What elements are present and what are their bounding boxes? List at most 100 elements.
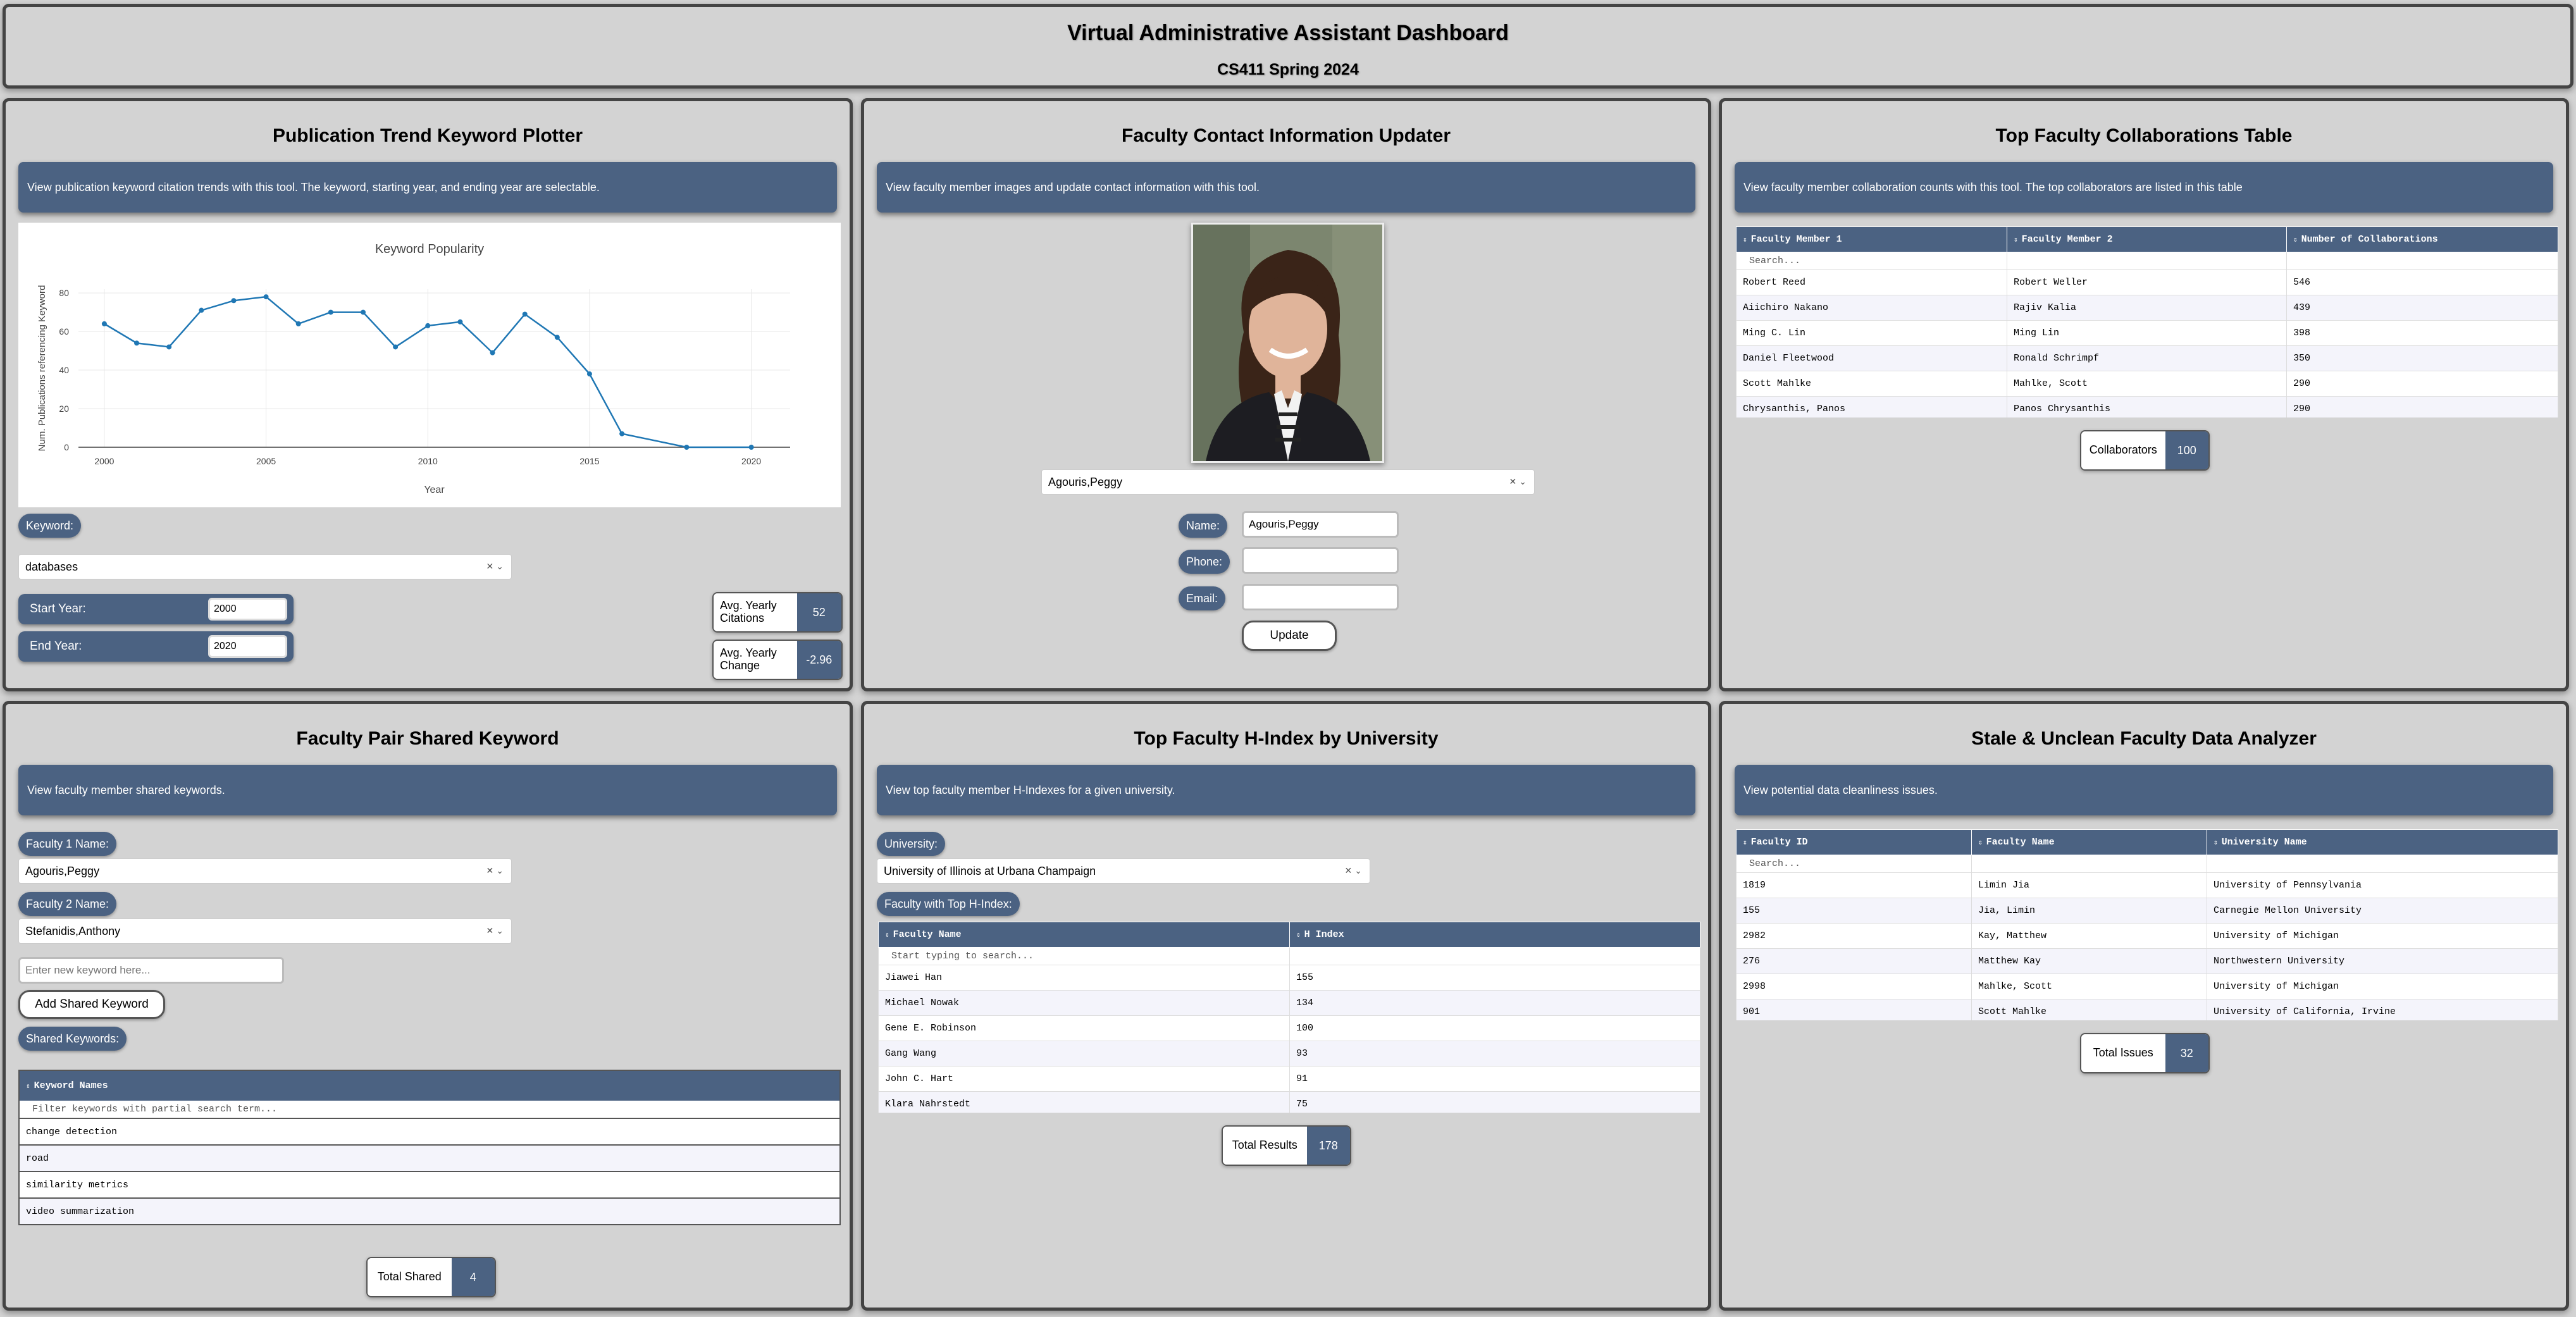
portrait-image (1193, 225, 1382, 461)
faculty-2-dropdown[interactable]: Stefanidis,Anthony ✕⌄ (18, 918, 512, 944)
table-row[interactable]: Aiichiro Nakano Rajiv Kalia 439 (1736, 295, 2558, 321)
table-row[interactable]: 2998 Mahlke, Scott University of Michigan (1736, 974, 2558, 999)
table-row[interactable]: change detection (18, 1118, 841, 1146)
table-row[interactable]: similarity metrics (18, 1171, 841, 1199)
clear-chevron-icon[interactable]: ✕⌄ (486, 561, 506, 572)
panel-description: View faculty member collaboration counts… (1735, 162, 2553, 213)
keyword-label: Keyword: (18, 514, 82, 538)
stale-data-table: ⇕ Faculty ID ⇕ Faculty Name ⇕ University Na… (1736, 829, 2558, 1020)
table-row[interactable]: Michael Nowak 134 (878, 990, 1700, 1016)
clear-chevron-icon[interactable]: ✕⌄ (1509, 476, 1529, 487)
column-header[interactable]: ⇕ Faculty Name (878, 922, 1290, 948)
faculty-select-dropdown[interactable]: Agouris,Peggy ✕⌄ (1041, 469, 1535, 495)
data-point (101, 321, 107, 326)
dashboard-header: Virtual Administrative Assistant Dashboa… (3, 4, 2573, 89)
clear-chevron-icon[interactable]: ✕⌄ (486, 925, 506, 936)
update-button[interactable]: Update (1242, 621, 1337, 651)
table-row[interactable]: 276 Matthew Kay Northwestern University (1736, 948, 2558, 974)
sort-icon[interactable]: ⇕ (2014, 237, 2018, 244)
email-input[interactable] (1242, 584, 1399, 610)
table-row[interactable]: Jiawei Han 155 (878, 965, 1700, 991)
data-point (295, 321, 301, 326)
table-row[interactable]: Ming C. Lin Ming Lin 398 (1736, 320, 2558, 346)
column-header[interactable]: ⇕ Faculty Member 1 (1736, 226, 2007, 252)
table-row[interactable]: 2982 Kay, Matthew University of Michigan (1736, 923, 2558, 949)
y-tick-label: 40 (59, 365, 69, 375)
faculty-2-value: Stefanidis,Anthony (25, 924, 121, 937)
contact-updater-panel: Faculty Contact Information Updater View… (861, 98, 1711, 691)
table-row[interactable]: Scott Mahlke Mahlke, Scott 290 (1736, 371, 2558, 397)
table-row[interactable]: 1819 Limin Jia University of Pennsylvania (1736, 872, 2558, 898)
y-tick-label: 20 (59, 404, 69, 414)
start-year-row: Start Year: 2000 (18, 594, 294, 624)
sort-icon[interactable]: ⇕ (26, 1083, 30, 1091)
filter-cell[interactable] (2207, 855, 2558, 873)
filter-cell[interactable] (1289, 947, 1700, 965)
university-dropdown[interactable]: University of Illinois at Urbana Champai… (877, 858, 1370, 884)
table-search-input[interactable]: Search... (1736, 252, 2007, 270)
table-row[interactable]: Gang Wang 93 (878, 1041, 1700, 1067)
table-row[interactable]: video summarization (18, 1197, 841, 1225)
column-header[interactable]: ⇕ Faculty Name (1971, 829, 2207, 855)
column-header[interactable]: ⇕ Number of Collaborations (2286, 226, 2558, 252)
column-header[interactable]: ⇕ Faculty ID (1736, 829, 1972, 855)
stale-data-table-scroll[interactable]: ⇕ Faculty ID ⇕ Faculty Name ⇕ University Na… (1736, 829, 2558, 1020)
name-input[interactable]: Agouris,Peggy (1242, 511, 1399, 538)
top-h-index-label: Faculty with Top H-Index: (877, 892, 1020, 916)
stat-label: Total Results (1223, 1127, 1307, 1165)
table-row[interactable]: Klara Nahrstedt 75 (878, 1091, 1700, 1113)
total-issues-stat: Total Issues 32 (2080, 1033, 2210, 1073)
table-search-input[interactable]: Search... (1736, 855, 1972, 873)
sort-icon[interactable]: ⇕ (1296, 932, 1301, 939)
stat-value: 4 (451, 1258, 495, 1296)
clear-chevron-icon[interactable]: ✕⌄ (486, 865, 506, 876)
page-subtitle: CS411 Spring 2024 (1217, 61, 1359, 78)
keyword-dropdown[interactable]: databases ✕⌄ (18, 554, 512, 579)
table-row[interactable]: Robert Reed Robert Weller 546 (1736, 269, 2558, 295)
sort-icon[interactable]: ⇕ (2293, 237, 2298, 244)
table-row[interactable]: Gene E. Robinson 100 (878, 1015, 1700, 1041)
sort-icon[interactable]: ⇕ (1978, 839, 1983, 847)
new-keyword-input[interactable] (18, 957, 284, 984)
x-tick-label: 2000 (94, 456, 114, 466)
table-row[interactable]: 155 Jia, Limin Carnegie Mellon University (1736, 898, 2558, 924)
stat-value: 178 (1306, 1127, 1350, 1165)
sort-icon[interactable]: ⇕ (1743, 237, 1747, 244)
faculty-1-dropdown[interactable]: Agouris,Peggy ✕⌄ (18, 858, 512, 884)
column-header[interactable]: ⇕ Faculty Member 2 (2007, 226, 2287, 252)
data-point (393, 344, 399, 350)
y-tick-label: 0 (64, 442, 69, 452)
panel-title: Stale & Unclean Faculty Data Analyzer (1971, 728, 2317, 749)
clear-chevron-icon[interactable]: ✕⌄ (1345, 865, 1365, 876)
table-row[interactable]: road (18, 1144, 841, 1172)
end-year-input[interactable]: 2020 (208, 635, 287, 658)
data-point (263, 294, 269, 300)
filter-cell[interactable] (2007, 252, 2287, 270)
data-point (554, 335, 560, 340)
stat-label: Avg. Yearly Citations (714, 593, 797, 631)
start-year-input[interactable]: 2000 (208, 598, 287, 621)
h-index-table-scroll[interactable]: ⇕ Faculty Name ⇕ H Index Start typing to s… (878, 922, 1700, 1113)
column-header[interactable]: ⇕ Keyword Names (18, 1070, 841, 1101)
table-row[interactable]: Chrysanthis, Panos Panos Chrysanthis 290 (1736, 396, 2558, 417)
add-shared-keyword-button[interactable]: Add Shared Keyword (18, 990, 165, 1019)
keyword-filter-input[interactable]: Filter keywords with partial search term… (18, 1100, 841, 1119)
table-row[interactable]: 901 Scott Mahlke University of California,… (1736, 999, 2558, 1020)
filter-cell[interactable] (2286, 252, 2558, 270)
page-title: Virtual Administrative Assistant Dashboa… (1067, 21, 1509, 45)
sort-icon[interactable]: ⇕ (2214, 839, 2218, 847)
table-search-input[interactable]: Start typing to search... (878, 947, 1290, 965)
sort-icon[interactable]: ⇕ (885, 932, 889, 939)
x-tick-label: 2015 (579, 456, 599, 466)
table-row[interactable]: Daniel Fleetwood Ronald Schrimpf 350 (1736, 345, 2558, 371)
phone-input[interactable] (1242, 547, 1399, 574)
avg-yearly-citations-stat: Avg. Yearly Citations 52 (712, 592, 843, 633)
column-header[interactable]: ⇕ H Index (1289, 922, 1700, 948)
column-header[interactable]: ⇕ University Name (2207, 829, 2558, 855)
sort-icon[interactable]: ⇕ (1743, 839, 1747, 847)
end-year-label: End Year: (30, 640, 82, 653)
table-row[interactable]: John C. Hart 91 (878, 1066, 1700, 1092)
publication-trend-panel: Publication Trend Keyword Plotter View p… (3, 98, 853, 691)
filter-cell[interactable] (1971, 855, 2207, 873)
collaborations-table-scroll[interactable]: ⇕ Faculty Member 1 ⇕ Faculty Member 2 ⇕ Num… (1736, 226, 2558, 417)
